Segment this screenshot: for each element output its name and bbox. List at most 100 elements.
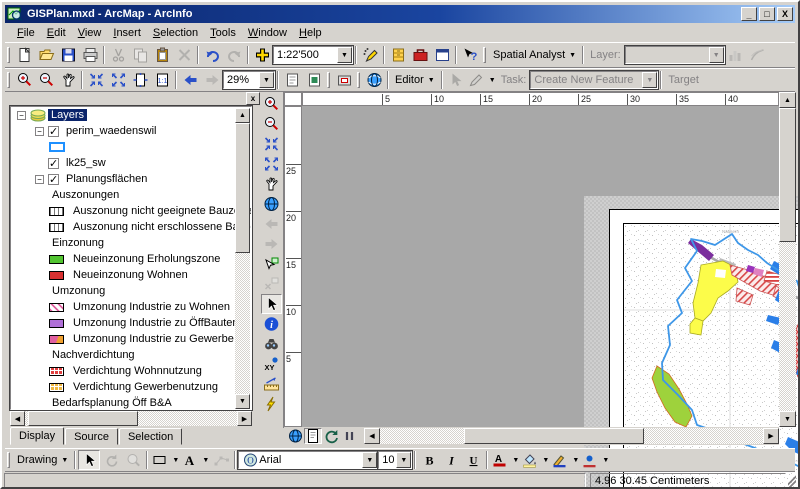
menu-insert[interactable]: Insert	[107, 25, 147, 41]
xy-tool-button[interactable]: XY	[261, 354, 282, 374]
pause-button[interactable]	[340, 428, 358, 444]
dataview-button[interactable]	[286, 428, 304, 444]
minimize-button[interactable]: _	[741, 7, 757, 21]
zoomout-button[interactable]	[35, 70, 57, 90]
toc-row[interactable]: Neueinzonung Wohnen	[11, 267, 251, 283]
rectdraw-button[interactable]: ▼	[150, 450, 180, 470]
pagearrows-button[interactable]	[129, 70, 151, 90]
layer-label[interactable]: Planungsflächen	[63, 173, 150, 185]
menu-tools[interactable]: Tools	[204, 25, 242, 41]
menu-window[interactable]: Window	[242, 25, 293, 41]
drawing-grip[interactable]	[7, 452, 10, 468]
layer-label[interactable]: Umzonung Industrie zu Gewerbe	[70, 333, 237, 345]
toc-row[interactable]: Bedarfsplanung Öff B&A	[11, 395, 251, 410]
layer-label[interactable]: Verdichtung Wohnnutzung	[70, 365, 205, 377]
zoomin-button[interactable]	[13, 70, 35, 90]
new-button[interactable]	[13, 45, 35, 65]
map-vscroll-thumb[interactable]	[779, 108, 796, 242]
layout-grip[interactable]	[7, 72, 10, 88]
fillcolor-button[interactable]: ▼	[520, 450, 550, 470]
scale-combo[interactable]: 1:22'500▼	[273, 46, 353, 64]
undo-button[interactable]	[201, 45, 223, 65]
toc-row[interactable]	[11, 139, 251, 155]
layer-checkbox[interactable]	[48, 126, 59, 137]
toolbox-button[interactable]	[409, 45, 431, 65]
adddata-button[interactable]	[251, 45, 273, 65]
toc-row[interactable]: Verdichtung Wohnnutzung	[11, 363, 251, 379]
fontcolor-button[interactable]: A▼	[490, 450, 520, 470]
pagegray-button[interactable]	[281, 70, 303, 90]
fullext-tool-button[interactable]	[261, 194, 282, 214]
map-scroll-left[interactable]: ◀	[364, 428, 380, 444]
back_g-tool-button[interactable]	[261, 214, 282, 234]
pagegreen-button[interactable]	[303, 70, 325, 90]
menu-view[interactable]: View	[72, 25, 108, 41]
close-button[interactable]: X	[777, 7, 793, 21]
toc-row[interactable]: Umzonung Industrie zu Wohnen	[11, 299, 251, 315]
linecolor-button[interactable]: ▼	[550, 450, 580, 470]
find-tool-button[interactable]	[261, 334, 282, 354]
layer-checkbox[interactable]	[48, 158, 59, 169]
zoomout-tool-button[interactable]	[261, 114, 282, 134]
layout-workspace[interactable]: NäusernWädenswilN EntwicklungskonzeptWäd…	[584, 196, 800, 489]
layer-label[interactable]: perim_waedenswil	[63, 125, 160, 137]
zoomin-tool-button[interactable]	[261, 94, 282, 114]
layer-label[interactable]: Umzonung Industrie zu Wohnen	[70, 301, 233, 313]
fixedout-button[interactable]	[107, 70, 129, 90]
expander-icon[interactable]: −	[35, 127, 44, 136]
markercolor-button[interactable]: ▼	[580, 450, 610, 470]
layer-label[interactable]: Neueinzonung Erholungszone	[70, 253, 223, 265]
globe3d-button[interactable]	[363, 70, 385, 90]
toc-layer-tree[interactable]: −Layers−perim_waedenswillk25_sw−Planungs…	[10, 106, 252, 410]
layer-label[interactable]: Auszonung nicht erschlossene Bauzone	[70, 221, 252, 233]
layer-checkbox[interactable]	[48, 174, 59, 185]
print-button[interactable]	[79, 45, 101, 65]
map-hscroll-thumb[interactable]	[464, 428, 644, 444]
clearsel-tool-button[interactable]	[261, 274, 282, 294]
map-scroll-up[interactable]: ▲	[779, 92, 796, 108]
toc-row[interactable]: Einzonung	[11, 235, 251, 251]
tab-display[interactable]: Display	[10, 427, 64, 445]
toc-hscroll-thumb[interactable]	[28, 411, 138, 426]
size-combo-dropdown-icon[interactable]: ▼	[396, 452, 411, 468]
standard-grip[interactable]	[7, 47, 10, 63]
selfeat-tool-button[interactable]	[261, 254, 282, 274]
italic-button[interactable]: I	[440, 450, 462, 470]
cursor-tool-button[interactable]	[261, 294, 282, 314]
tab-source[interactable]: Source	[65, 428, 118, 445]
menu-selection[interactable]: Selection	[147, 25, 204, 41]
toc-scroll-up[interactable]: ▲	[235, 108, 250, 123]
pan-button[interactable]	[57, 70, 79, 90]
layer-label[interactable]: Umzonung Industrie zu ÖffBauten	[70, 317, 242, 329]
identify-tool-button[interactable]: i	[261, 314, 282, 334]
winicon-button[interactable]	[431, 45, 453, 65]
zoom-percent-combo[interactable]: 29%▼	[223, 71, 275, 89]
toc-scroll-left[interactable]: ◀	[10, 411, 25, 426]
back-button[interactable]	[179, 70, 201, 90]
spatial-grip[interactable]	[483, 47, 486, 63]
size-combo[interactable]: 10▼	[378, 451, 412, 469]
layer-label[interactable]: Layers	[48, 109, 87, 121]
toc-row[interactable]: Verdichtung Gewerbenutzung	[11, 379, 251, 395]
spatial-analyst-menu[interactable]: Spatial Analyst▼	[489, 45, 580, 65]
toc-scroll-right[interactable]: ▶	[237, 411, 252, 426]
menu-help[interactable]: Help	[293, 25, 328, 41]
layer-label[interactable]: Neueinzonung Wohnen	[70, 269, 191, 281]
zoom-percent-combo-dropdown-icon[interactable]: ▼	[259, 72, 274, 88]
sketch-button[interactable]	[359, 45, 381, 65]
save-button[interactable]	[57, 45, 79, 65]
font-combo-dropdown-icon[interactable]: ▼	[362, 452, 377, 468]
toc-row[interactable]: Umzonung Industrie zu ÖffBauten	[11, 315, 251, 331]
underline-button[interactable]: U	[462, 450, 484, 470]
layer-label[interactable]: Verdichtung Gewerbenutzung	[70, 381, 221, 393]
font-combo[interactable]: OArial▼	[238, 451, 378, 469]
expander-icon[interactable]: −	[17, 111, 26, 120]
layoutview-button[interactable]	[304, 428, 322, 444]
map-scroll-down[interactable]: ▼	[779, 411, 796, 427]
toc-row[interactable]: Auszonung nicht erschlossene Bauzone	[11, 219, 251, 235]
layer-label[interactable]: lk25_sw	[63, 157, 109, 169]
toc-row[interactable]: Nachverdichtung	[11, 347, 251, 363]
toc-scroll-down[interactable]: ▼	[235, 394, 250, 409]
expander-icon[interactable]: −	[35, 175, 44, 184]
title-bar[interactable]: GISPlan.mxd - ArcMap - ArcInfo _□X	[5, 5, 795, 23]
